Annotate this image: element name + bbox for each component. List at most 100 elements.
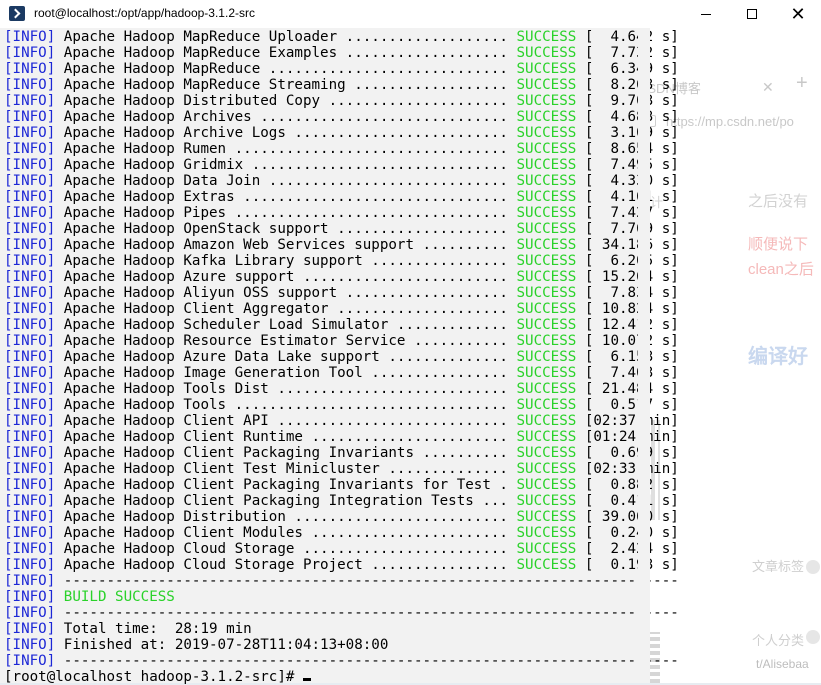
log-level-tag: [INFO] bbox=[4, 413, 56, 429]
module-name: Apache Hadoop Extras ...................… bbox=[55, 189, 517, 205]
add-tag-icon[interactable] bbox=[806, 560, 820, 574]
log-level-tag: [INFO] bbox=[4, 61, 56, 77]
build-log-line: [INFO] Apache Hadoop Archives ..........… bbox=[4, 109, 679, 125]
build-log-line: [INFO] Apache Hadoop Scheduler Load Simu… bbox=[4, 317, 679, 333]
module-duration: [ 0.517 s] bbox=[576, 397, 679, 413]
log-level-tag: [INFO] bbox=[4, 589, 56, 605]
module-duration: [ 7.769 s] bbox=[576, 221, 679, 237]
tab-close-icon[interactable]: ✕ bbox=[762, 79, 774, 96]
module-name: Apache Hadoop Cloud Storage Project ....… bbox=[55, 557, 517, 573]
watermark-text: t/Alisebaa bbox=[756, 657, 809, 671]
log-level-tag: [INFO] bbox=[4, 397, 56, 413]
log-level-tag: [INFO] bbox=[4, 317, 56, 333]
module-name: Apache Hadoop Archive Logs .............… bbox=[55, 125, 517, 141]
module-status: SUCCESS bbox=[516, 189, 577, 205]
build-log-line: [INFO] Apache Hadoop MapReduce Uploader … bbox=[4, 29, 679, 45]
log-level-tag: [INFO] bbox=[4, 349, 56, 365]
build-log-line: [INFO] Apache Hadoop MapReduce Examples … bbox=[4, 45, 679, 61]
category-label: 个人分类 bbox=[752, 633, 805, 648]
build-log-line: [INFO] Apache Hadoop Data Join .........… bbox=[4, 173, 679, 189]
build-log-line: [INFO] Apache Hadoop Client Packaging In… bbox=[4, 477, 679, 493]
module-status: SUCCESS bbox=[516, 29, 577, 45]
separator-line: ----------------------------------------… bbox=[55, 653, 679, 669]
total-time: Total time: 28:19 min bbox=[55, 621, 252, 637]
finished-at-line: [INFO] Finished at: 2019-07-28T11:04:13+… bbox=[4, 637, 388, 653]
log-level-tag: [INFO] bbox=[4, 653, 56, 669]
module-name: Apache Hadoop Client Packaging Invariant… bbox=[55, 445, 517, 461]
module-status: SUCCESS bbox=[516, 397, 577, 413]
module-status: SUCCESS bbox=[516, 461, 577, 477]
module-duration: [ 7.834 s] bbox=[576, 285, 679, 301]
terminal-titlebar[interactable]: root@localhost:/opt/app/hadoop-3.1.2-src… bbox=[0, 0, 821, 28]
module-status: SUCCESS bbox=[516, 365, 577, 381]
build-log-line: [INFO] Apache Hadoop Client Test Miniclu… bbox=[4, 461, 679, 477]
module-status: SUCCESS bbox=[516, 269, 577, 285]
module-name: Apache Hadoop Kafka Library support ....… bbox=[55, 253, 517, 269]
module-status: SUCCESS bbox=[516, 477, 577, 493]
log-level-tag: [INFO] bbox=[4, 45, 56, 61]
close-icon: ✕ bbox=[790, 4, 806, 24]
module-duration: [ 0.882 s] bbox=[576, 477, 679, 493]
close-button[interactable]: ✕ bbox=[775, 0, 821, 28]
module-name: Apache Hadoop Client Runtime ...........… bbox=[55, 429, 517, 445]
module-name: Apache Hadoop MapReduce ................… bbox=[55, 61, 517, 77]
module-status: SUCCESS bbox=[516, 253, 577, 269]
log-level-tag: [INFO] bbox=[4, 573, 56, 589]
module-name: Apache Hadoop Cloud Storage ............… bbox=[55, 541, 517, 557]
address-url: https://mp.csdn.net/po bbox=[666, 113, 794, 129]
add-category-icon[interactable] bbox=[806, 630, 820, 644]
new-tab-icon[interactable]: + bbox=[796, 72, 808, 95]
module-status: SUCCESS bbox=[516, 237, 577, 253]
build-log-line: [INFO] Apache Hadoop Tools .............… bbox=[4, 397, 679, 413]
module-name: Apache Hadoop Archives .................… bbox=[55, 109, 517, 125]
module-status: SUCCESS bbox=[516, 509, 577, 525]
build-log-line: [INFO] Apache Hadoop Extras ............… bbox=[4, 189, 679, 205]
module-duration: [ 6.158 s] bbox=[576, 349, 679, 365]
module-duration: [ 7.427 s] bbox=[576, 205, 679, 221]
module-duration: [ 34.186 s] bbox=[576, 237, 679, 253]
build-log-line: [INFO] Apache Hadoop Image Generation To… bbox=[4, 365, 679, 381]
terminal-output[interactable]: [INFO] Apache Hadoop MapReduce Uploader … bbox=[0, 28, 679, 685]
log-level-tag: [INFO] bbox=[4, 125, 56, 141]
build-log-line: [INFO] Apache Hadoop Gridmix ...........… bbox=[4, 157, 679, 173]
module-status: SUCCESS bbox=[516, 61, 577, 77]
log-level-tag: [INFO] bbox=[4, 157, 56, 173]
module-duration: [ 0.411 s] bbox=[576, 493, 679, 509]
minimize-button[interactable] bbox=[683, 0, 729, 28]
module-duration: [ 15.264 s] bbox=[576, 269, 679, 285]
page-text-fragment: 顺便说下 bbox=[748, 236, 809, 253]
build-log-line: [INFO] Apache Hadoop Archive Logs ......… bbox=[4, 125, 679, 141]
module-status: SUCCESS bbox=[516, 525, 577, 541]
module-name: Apache Hadoop Image Generation Tool ....… bbox=[55, 365, 517, 381]
log-level-tag: [INFO] bbox=[4, 333, 56, 349]
tags-label: 文章标签 bbox=[752, 559, 805, 574]
build-log-line: [INFO] Apache Hadoop Client Packaging In… bbox=[4, 493, 679, 509]
module-status: SUCCESS bbox=[516, 333, 577, 349]
module-duration: [ 4.161 s] bbox=[576, 189, 679, 205]
log-level-tag: [INFO] bbox=[4, 461, 56, 477]
module-status: SUCCESS bbox=[516, 557, 577, 573]
page-text-fragment: 之后没有 bbox=[748, 193, 809, 210]
build-log-line: [INFO] Apache Hadoop Distribution ......… bbox=[4, 509, 679, 525]
module-name: Apache Hadoop Distributed Copy .........… bbox=[55, 93, 517, 109]
module-duration: [ 0.699 s] bbox=[576, 445, 679, 461]
module-duration: [ 39.060 s] bbox=[576, 509, 679, 525]
log-level-tag: [INFO] bbox=[4, 621, 56, 637]
module-status: SUCCESS bbox=[516, 125, 577, 141]
log-level-tag: [INFO] bbox=[4, 109, 56, 125]
module-duration: [ 6.205 s] bbox=[576, 253, 679, 269]
terminal-scrollbar[interactable] bbox=[638, 28, 650, 683]
module-name: Apache Hadoop Azure Data Lake support ..… bbox=[55, 349, 517, 365]
module-status: SUCCESS bbox=[516, 349, 577, 365]
build-log-line: [INFO] Apache Hadoop Distributed Copy ..… bbox=[4, 93, 679, 109]
module-name: Apache Hadoop Amazon Web Services suppor… bbox=[55, 237, 517, 253]
text-cursor bbox=[302, 678, 311, 681]
maximize-button[interactable] bbox=[729, 0, 775, 28]
module-status: SUCCESS bbox=[516, 317, 577, 333]
module-status: SUCCESS bbox=[516, 141, 577, 157]
module-duration: [ 8.654 s] bbox=[576, 141, 679, 157]
module-status: SUCCESS bbox=[516, 413, 577, 429]
module-duration: [ 3.109 s] bbox=[576, 125, 679, 141]
module-duration: [ 0.240 s] bbox=[576, 525, 679, 541]
module-status: SUCCESS bbox=[516, 205, 577, 221]
